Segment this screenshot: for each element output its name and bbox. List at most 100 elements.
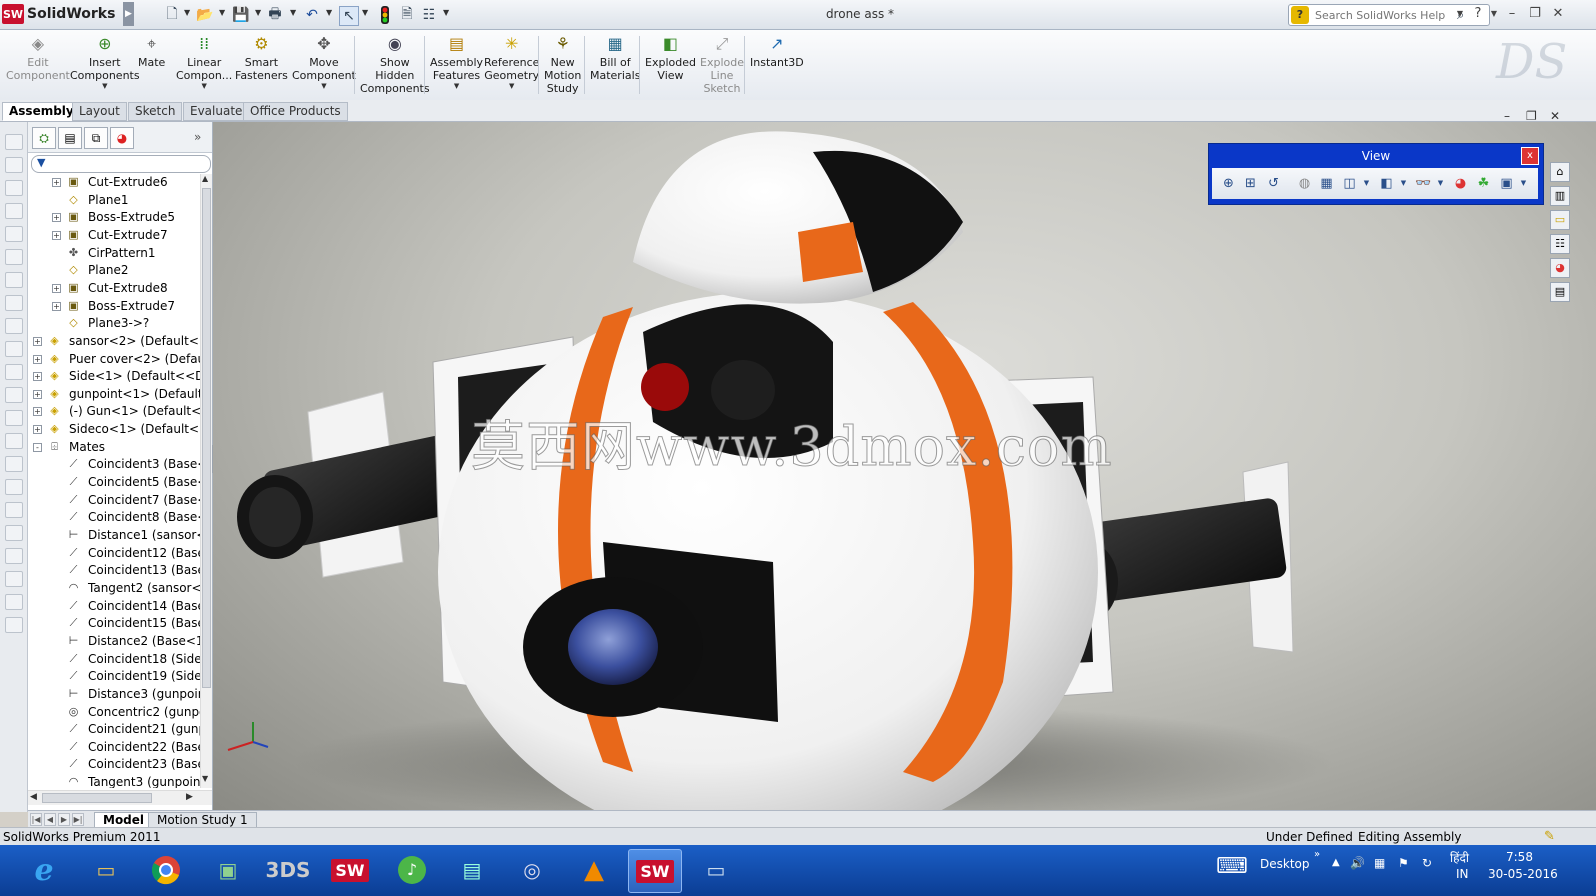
tab-model[interactable]: Model [94,812,154,828]
command-dropdown-icon[interactable]: ▼ [102,82,107,90]
expand-icon[interactable]: + [52,213,61,223]
expand-icon[interactable]: + [33,336,42,346]
open-icon[interactable]: 📂 [196,6,214,24]
mate-button[interactable]: ⌖ Mate [138,34,165,98]
scroll-right-icon[interactable]: ▶ [186,792,193,802]
app4-icon[interactable]: ▭ [690,849,742,891]
clock-date[interactable]: 30-05-2016 [1488,867,1558,881]
tree-horizontal-scrollbar[interactable]: ◀ ▶ [28,790,212,805]
tree-row[interactable]: ⟋ Coincident23 (Base< [28,756,200,773]
tree-row[interactable]: ⟋ Coincident22 (Base< [28,739,200,756]
command-dropdown-icon[interactable]: ▼ [509,82,514,90]
left-toolbar-tool-icon[interactable] [5,180,23,196]
solidworks-active-icon[interactable]: SW [628,849,682,893]
help-dropdown-icon[interactable]: ▼ [1486,9,1502,18]
app-icon[interactable]: ▣ [202,849,254,891]
save-icon[interactable]: 💾 [232,6,250,24]
smart-fasteners-button[interactable]: ⚙ Smart Fasteners [235,34,288,98]
left-toolbar-tool-icon[interactable] [5,203,23,219]
solidworks-taskbar-icon[interactable]: SW [324,849,376,891]
tree-row[interactable]: ⟋ Coincident3 (Base<1: [28,456,200,473]
next-tab-icon[interactable]: ▶ [58,813,70,826]
tab-office-products[interactable]: Office Products [243,102,348,121]
doc-minimize-icon[interactable]: – [1504,109,1510,123]
undo-dropdown-icon[interactable]: ▼ [326,8,332,17]
left-toolbar-tool-icon[interactable] [5,134,23,150]
rebuild-icon[interactable] [376,6,394,24]
tree-row[interactable]: ⊢ Distance2 (Base<1>,S [28,633,200,650]
graphics-area[interactable]: 莫西网www.3dmox.com [213,122,1596,812]
left-toolbar-tool-icon[interactable] [5,387,23,403]
clock-time[interactable]: 7:58 [1506,850,1533,864]
exploded-view-button[interactable]: ◧ Exploded View [645,34,696,98]
zoom-to-area-icon[interactable]: ⊞ [1242,175,1259,192]
sync-icon[interactable]: ↻ [1422,856,1432,870]
keyboard-icon[interactable]: ⌨ [1216,854,1248,879]
help-icon[interactable]: ? [1470,6,1486,21]
scroll-down-icon[interactable]: ▼ [202,774,208,783]
itunes-icon[interactable]: ♪ [386,849,438,891]
tab-assembly[interactable]: Assembly [2,102,81,121]
expand-icon[interactable]: + [33,425,42,435]
action-center-icon[interactable]: ⚑ [1398,856,1409,870]
tree-row[interactable]: ◇ Plane3->? [28,315,200,332]
reference-geometry-button[interactable]: ✳ Reference Geometry ▼ [484,34,539,98]
last-tab-icon[interactable]: ▶| [72,813,84,826]
tree-row[interactable]: ⟋ Coincident21 (gunpo [28,721,200,738]
prev-tab-icon[interactable]: ◀ [44,813,56,826]
move-component-button[interactable]: ✥ Move Component ▼ [292,34,356,98]
tree-row[interactable]: ⟋ Coincident18 (Side<1 [28,651,200,668]
scroll-left-icon[interactable]: ◀ [30,792,37,802]
tree-row[interactable]: ✤ CirPattern1 [28,245,200,262]
solidworks-resources-icon[interactable]: ⌂ [1550,162,1570,182]
tab-layout[interactable]: Layout [72,102,127,121]
tree-row[interactable]: + ◈ sansor<2> (Default<<De [28,333,200,350]
custom-properties-icon[interactable]: ▤ [1550,282,1570,302]
left-toolbar-tool-icon[interactable] [5,226,23,242]
tree-row[interactable]: - ⌹ Mates [28,439,200,456]
restore-icon[interactable]: ❐ [1527,6,1543,21]
instant3d-button[interactable]: ↗ Instant3D [750,34,804,98]
minimize-icon[interactable]: – [1504,6,1520,21]
file-explorer-icon[interactable]: ▭ [80,849,132,891]
apply-scene-icon[interactable]: ☘ [1475,175,1492,192]
tree-row[interactable]: ◠ Tangent3 (gunpoint< [28,774,200,788]
configuration-manager-tab-icon[interactable]: ⧉ [84,127,108,149]
design-library-icon[interactable]: ▥ [1550,186,1570,206]
left-toolbar-tool-icon[interactable] [5,548,23,564]
tree-row[interactable]: + ▣ Cut-Extrude8 [28,280,200,297]
file-explorer-icon[interactable]: ▭ [1550,210,1570,230]
network-icon[interactable]: ▦ [1374,856,1385,870]
options-icon[interactable]: ☷ [420,6,438,24]
tree-row[interactable]: ⟋ Coincident12 (Base< [28,545,200,562]
command-dropdown-icon[interactable]: ▼ [201,82,206,90]
tab-evaluate[interactable]: Evaluate [183,102,250,121]
menu-expand-arrow-icon[interactable]: ▶ [123,2,134,26]
edit-appearance-icon[interactable]: ◕ [1452,175,1469,192]
tree-row[interactable]: + ▣ Cut-Extrude6 [28,174,200,191]
left-toolbar-tool-icon[interactable] [5,318,23,334]
command-dropdown-icon[interactable]: ▼ [454,82,459,90]
bom-button[interactable]: ▦ Bill of Materials [590,34,640,98]
tree-row[interactable]: + ◈ gunpoint<1> (Default<< [28,386,200,403]
left-toolbar-tool-icon[interactable] [5,525,23,541]
search-dropdown-icon[interactable]: ▼ [1452,9,1468,18]
print-icon[interactable]: 🖶 [266,6,284,24]
tree-row[interactable]: ⟋ Coincident15 (Base< [28,615,200,632]
tree-vertical-scroll-thumb[interactable] [202,188,211,688]
expand-icon[interactable]: + [33,372,42,382]
expand-icon[interactable]: + [33,389,42,399]
command-dropdown-icon[interactable]: ▼ [321,82,326,90]
view-toolbar[interactable]: View x ⊕ ⊞ ↺ ◍ ▦ ◫ ▼ ◧ ▼ 👓 ▼ ◕ ☘ ▣ ▼ [1208,143,1544,205]
left-toolbar-tool-icon[interactable] [5,364,23,380]
volume-icon[interactable]: 🔊 [1350,856,1365,870]
left-toolbar-tool-icon[interactable] [5,272,23,288]
insert-components-button[interactable]: ⊕ Insert Components ▼ [70,34,140,98]
left-toolbar-tool-icon[interactable] [5,456,23,472]
chrome-icon[interactable] [140,849,192,891]
select-icon[interactable]: ↖ [339,6,359,26]
internet-explorer-icon[interactable]: e [18,849,70,891]
tree-row[interactable]: + ▣ Cut-Extrude7 [28,227,200,244]
tree-row[interactable]: ◇ Plane2 [28,262,200,279]
select-dropdown-icon[interactable]: ▼ [362,8,368,17]
